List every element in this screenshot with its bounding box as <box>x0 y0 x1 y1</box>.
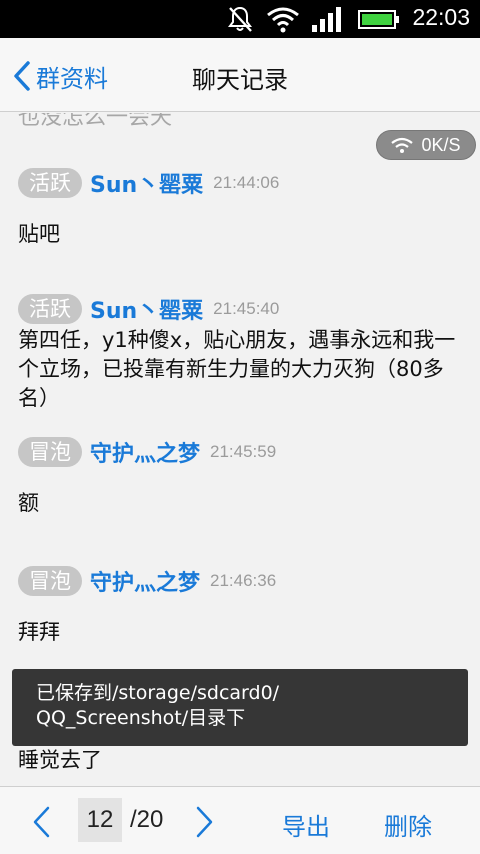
message-text: 拜拜 <box>18 620 60 644</box>
status-time: 22:03 <box>412 4 470 30</box>
toast-line: 已保存到/storage/sdcard0/ <box>36 682 280 704</box>
sender-name[interactable]: Sun丶罂粟 <box>90 167 203 199</box>
signal-icon <box>312 7 341 32</box>
activity-badge: 活跃 <box>18 294 82 324</box>
message-text: 额 <box>18 491 39 515</box>
total-pages: /20 <box>130 806 164 833</box>
bottom-toolbar: 12 /20 导出 删除 <box>0 786 480 854</box>
message-text-cut-off: 也没怎么一会天 <box>18 113 173 130</box>
activity-badge: 活跃 <box>18 168 82 198</box>
message-text: 睡觉去了 <box>18 748 102 772</box>
activity-badge: 冒泡 <box>18 566 82 596</box>
battery-icon <box>358 10 399 29</box>
sender-name[interactable]: Sun丶罂粟 <box>90 293 203 325</box>
message-time: 21:45:59 <box>210 442 277 461</box>
message-text: 贴吧 <box>18 222 60 246</box>
message-time: 21:45:40 <box>213 299 280 318</box>
network-speed-pill: 0K/S <box>376 130 476 160</box>
mute-icon <box>228 6 252 32</box>
next-page-icon[interactable] <box>192 805 216 839</box>
activity-badge: 冒泡 <box>18 437 82 467</box>
sender-name[interactable]: 守护灬之梦 <box>90 565 200 597</box>
page-title: 聊天记录 <box>192 66 288 94</box>
title-bar: 群资料 聊天记录 <box>0 38 480 112</box>
saved-toast: 已保存到/storage/sdcard0/ QQ_Screenshot/目录下 <box>12 669 468 746</box>
message-text: 第四任，y1种傻x，贴心朋友，遇事永远和我一个立场，已投靠有新生力量的大力灭狗（… <box>18 328 456 410</box>
delete-button[interactable]: 删除 <box>384 807 432 842</box>
wifi-icon <box>391 137 414 153</box>
toast-line: QQ_Screenshot/目录下 <box>36 707 246 729</box>
sender-name[interactable]: 守护灬之梦 <box>90 436 200 468</box>
current-page-input[interactable]: 12 <box>78 798 122 842</box>
previous-page-icon[interactable] <box>30 805 54 839</box>
status-bar: 22:03 <box>0 0 480 38</box>
message-time: 21:46:36 <box>210 571 277 590</box>
wifi-icon <box>267 7 299 33</box>
export-button[interactable]: 导出 <box>282 807 330 842</box>
network-speed-value: 0K/S <box>421 134 461 155</box>
message-time: 21:44:06 <box>213 173 280 192</box>
